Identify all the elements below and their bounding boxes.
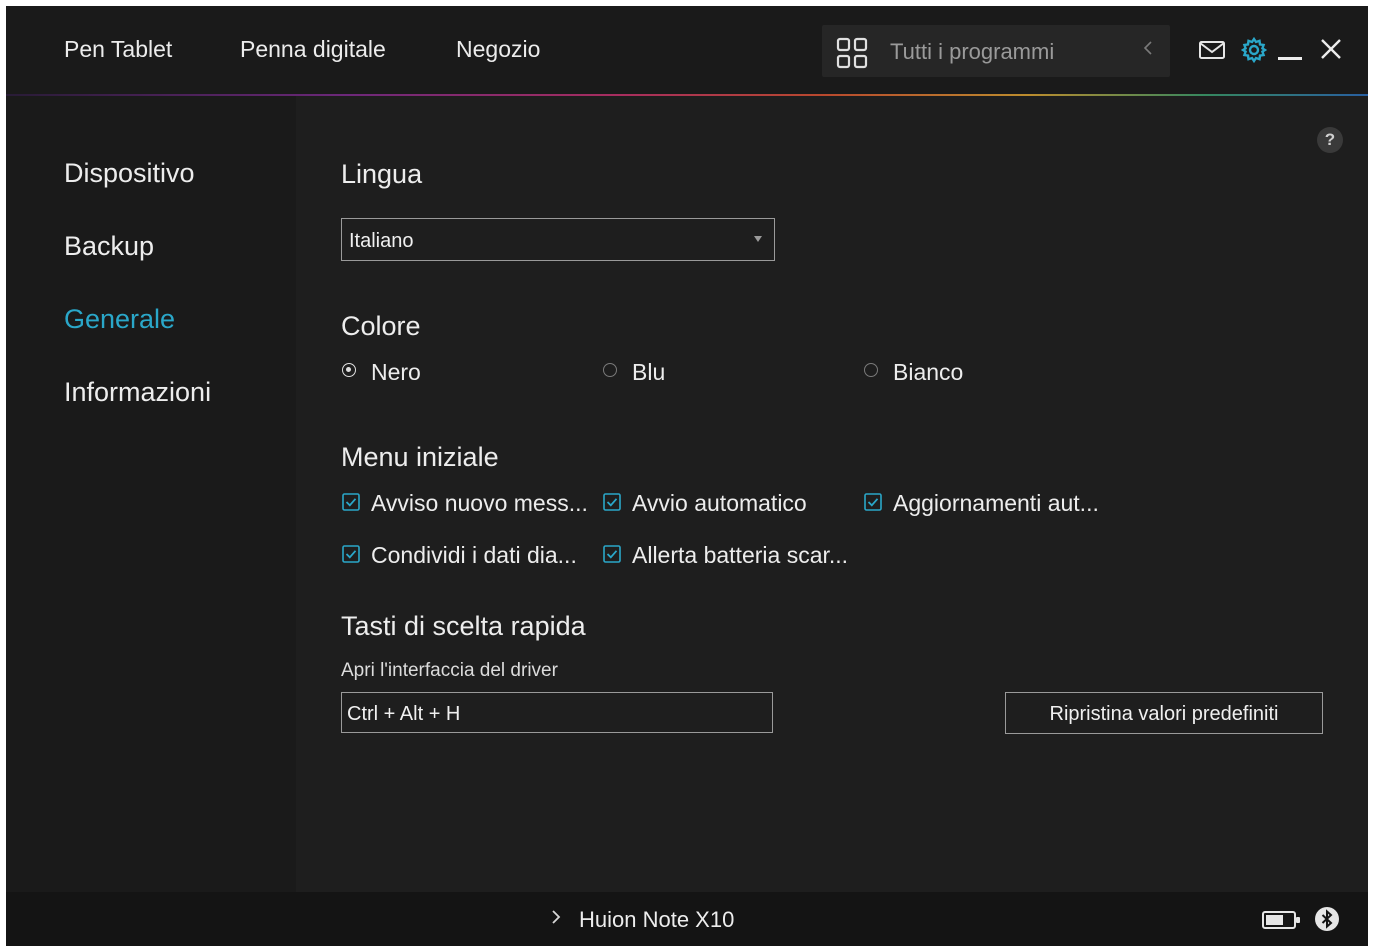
checkbox-checked-icon bbox=[603, 493, 621, 511]
language-title: Lingua bbox=[341, 159, 423, 189]
radio-checked-icon bbox=[342, 363, 356, 377]
mail-icon[interactable] bbox=[1198, 39, 1226, 66]
start-menu-title: Menu iniziale bbox=[341, 442, 499, 472]
checkbox-checked-icon bbox=[342, 545, 360, 563]
checkbox-label: Aggiornamenti aut... bbox=[893, 490, 1099, 516]
chevron-left-icon[interactable] bbox=[1142, 37, 1154, 65]
close-icon[interactable] bbox=[1320, 38, 1342, 65]
checkbox-checked-icon bbox=[342, 493, 360, 511]
color-title: Colore bbox=[341, 311, 421, 341]
radio-label: Blu bbox=[632, 359, 666, 385]
nav-pen-tablet[interactable]: Pen Tablet bbox=[64, 36, 172, 63]
sidebar-item-generale[interactable]: Generale bbox=[64, 304, 175, 335]
language-select[interactable]: Italiano bbox=[341, 218, 775, 261]
bluetooth-icon bbox=[1314, 906, 1340, 937]
hotkey-input[interactable]: Ctrl + Alt + H bbox=[341, 692, 773, 733]
apps-grid-icon bbox=[836, 37, 868, 69]
checkbox-label: Avvio automatico bbox=[632, 490, 807, 516]
hotkey-value: Ctrl + Alt + H bbox=[347, 703, 461, 725]
settings-panel: ? Lingua Italiano Colore Nero Blu Bianco… bbox=[296, 96, 1368, 892]
hotkeys-title: Tasti di scelta rapida bbox=[341, 611, 586, 641]
sidebar-item-dispositivo[interactable]: Dispositivo bbox=[64, 158, 195, 189]
chevron-right-icon[interactable] bbox=[550, 906, 562, 934]
top-bar: Pen Tablet Penna digitale Negozio Tutti … bbox=[6, 6, 1368, 94]
app-window: Pen Tablet Penna digitale Negozio Tutti … bbox=[6, 6, 1368, 946]
gear-icon[interactable] bbox=[1240, 36, 1268, 68]
battery-icon bbox=[1262, 911, 1302, 934]
sidebar-item-backup[interactable]: Backup bbox=[64, 231, 154, 262]
nav-penna-digitale[interactable]: Penna digitale bbox=[240, 36, 386, 63]
checkbox-label: Avviso nuovo mess... bbox=[371, 490, 588, 516]
radio-label: Bianco bbox=[893, 359, 964, 385]
language-select-value: Italiano bbox=[349, 230, 414, 252]
radio-label: Nero bbox=[371, 359, 421, 385]
sidebar-item-informazioni[interactable]: Informazioni bbox=[64, 377, 211, 408]
device-name[interactable]: Huion Note X10 bbox=[579, 907, 734, 933]
sidebar: Dispositivo Backup Generale Informazioni bbox=[6, 96, 296, 892]
program-selector-label: Tutti i programmi bbox=[890, 39, 1055, 64]
checkbox-checked-icon bbox=[603, 545, 621, 563]
caret-down-icon bbox=[754, 236, 762, 242]
nav-negozio[interactable]: Negozio bbox=[456, 36, 540, 63]
checkbox-label: Allerta batteria scar... bbox=[632, 542, 849, 568]
open-driver-label: Apri l'interfaccia del driver bbox=[341, 660, 558, 681]
reset-defaults-button[interactable]: Ripristina valori predefiniti bbox=[1005, 692, 1323, 734]
help-icon[interactable]: ? bbox=[1317, 127, 1343, 153]
radio-unchecked-icon bbox=[864, 363, 878, 377]
program-selector[interactable]: Tutti i programmi bbox=[822, 25, 1170, 77]
checkbox-checked-icon bbox=[864, 493, 882, 511]
checkbox-label: Condividi i dati dia... bbox=[371, 542, 577, 568]
status-bar: Huion Note X10 bbox=[6, 892, 1368, 946]
radio-unchecked-icon bbox=[603, 363, 617, 377]
minimize-icon[interactable] bbox=[1278, 48, 1304, 66]
